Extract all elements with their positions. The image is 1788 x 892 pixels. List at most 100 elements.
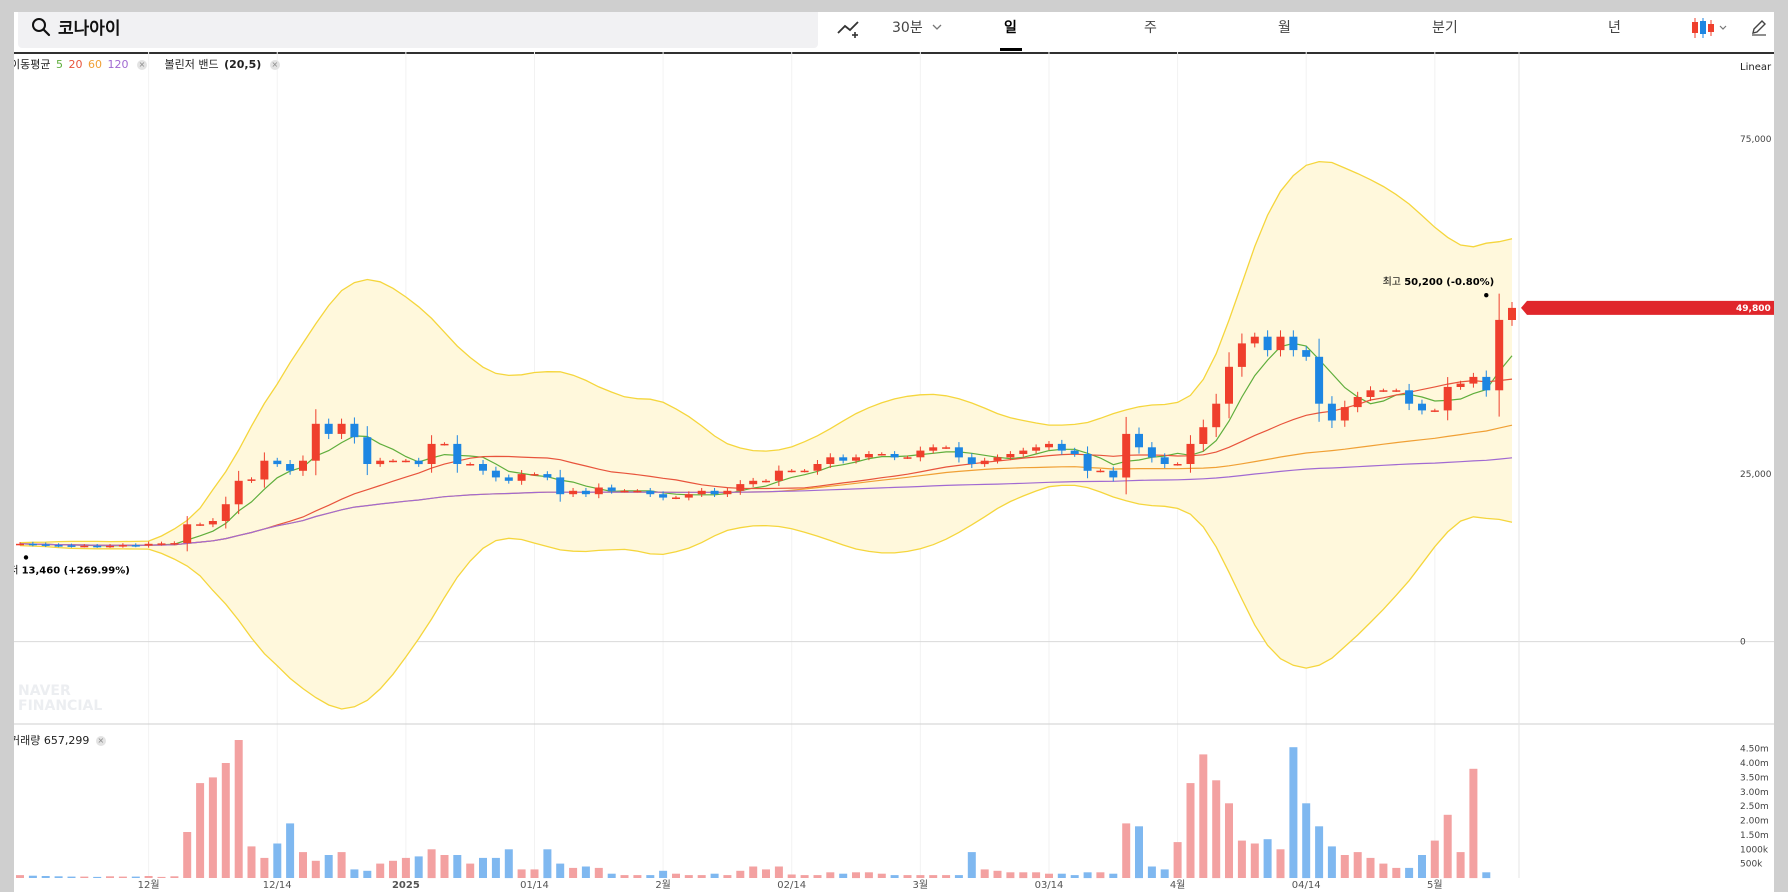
candle-body xyxy=(1045,443,1053,448)
candle-body xyxy=(1263,336,1272,351)
candle-body xyxy=(389,460,397,463)
volume-bar xyxy=(286,823,295,878)
volume-bar xyxy=(967,852,976,878)
volume-bar xyxy=(1469,768,1478,879)
volume-bar xyxy=(28,875,37,878)
candle-body xyxy=(620,490,629,493)
volume-bar xyxy=(1456,852,1465,878)
candle-body xyxy=(1366,390,1375,397)
candle-body xyxy=(1379,390,1388,392)
volume-bar xyxy=(1122,823,1131,878)
volume-bar xyxy=(646,875,655,878)
x-tick-label: 5월 xyxy=(1427,879,1443,891)
candle-body xyxy=(826,457,835,464)
volume-bar xyxy=(440,855,449,878)
volume-bar xyxy=(980,869,989,878)
candle-body xyxy=(1212,403,1221,428)
volume-bar xyxy=(1405,867,1414,878)
candle-body xyxy=(1250,336,1259,344)
volume-bar xyxy=(672,873,680,878)
volume-bar xyxy=(1237,840,1246,878)
candle-body xyxy=(157,543,166,545)
volume-bar xyxy=(427,849,436,879)
volume-bars xyxy=(16,740,1491,879)
volume-bar xyxy=(517,869,526,878)
candle-body xyxy=(118,545,127,547)
volume-bar xyxy=(1289,747,1298,878)
volume-tick-label: 4.50m xyxy=(1740,745,1769,755)
candle-body xyxy=(1173,464,1182,466)
candle-body xyxy=(286,464,295,471)
candle-body xyxy=(942,447,951,449)
remove-volume-icon[interactable]: × xyxy=(95,736,106,746)
candle-body xyxy=(453,443,462,464)
volume-bar xyxy=(80,876,89,878)
candle-body xyxy=(736,484,745,491)
volume-bar xyxy=(1263,839,1272,878)
remove-bb-icon[interactable]: × xyxy=(269,60,280,70)
volume-bar xyxy=(1135,826,1143,879)
candle-body xyxy=(1006,454,1015,458)
candle-body xyxy=(517,474,526,481)
volume-bar xyxy=(337,852,346,878)
candle-body xyxy=(1315,356,1324,404)
volume-tick-label: 500k xyxy=(1740,860,1763,870)
volume-bar xyxy=(800,875,809,878)
candle-body xyxy=(1019,450,1028,454)
candle-body xyxy=(144,543,153,546)
volume-bar xyxy=(929,875,938,878)
volume-tick-label: 1.50m xyxy=(1740,831,1769,841)
volume-bar xyxy=(16,875,24,878)
volume-bar xyxy=(852,872,860,879)
candle-body xyxy=(1302,350,1311,357)
candle-body xyxy=(324,423,333,434)
volume-bar xyxy=(1032,872,1041,879)
candle-body xyxy=(1469,376,1478,384)
candle-body xyxy=(1482,376,1491,391)
volume-bar xyxy=(1392,867,1401,878)
volume-bar xyxy=(877,873,886,878)
candle-body xyxy=(1327,403,1336,421)
candle-body xyxy=(723,490,732,495)
candle-body xyxy=(1122,433,1131,478)
volume-bar xyxy=(1045,873,1053,878)
volume-bar xyxy=(1096,872,1105,879)
volume-bar xyxy=(131,876,140,878)
candle-body xyxy=(710,490,719,495)
volume-bar xyxy=(299,852,307,878)
ma-period-5: 5 xyxy=(55,58,63,71)
candle-body xyxy=(543,474,552,478)
remove-ma-icon[interactable]: × xyxy=(136,60,147,70)
volume-bar xyxy=(363,870,372,878)
candle-body xyxy=(1456,383,1465,387)
volume-bar xyxy=(106,876,114,878)
candle-body xyxy=(1109,470,1118,478)
candle-body xyxy=(774,470,783,481)
watermark-line-2: FINANCIAL xyxy=(18,698,103,714)
candle-body xyxy=(1160,457,1169,464)
volume-bar xyxy=(839,873,848,878)
candle-body xyxy=(504,477,513,481)
volume-bar xyxy=(684,875,693,878)
low-annotation: 최저 13,460 (+269.99%) xyxy=(14,564,130,576)
candle-body xyxy=(594,487,603,495)
volume-bar xyxy=(260,857,269,878)
candle-body xyxy=(234,480,243,505)
candle-body xyxy=(813,464,822,471)
candle-body xyxy=(41,544,50,546)
candle-body xyxy=(1405,390,1414,404)
candle-body xyxy=(1289,336,1298,351)
scale-toggle[interactable]: Linear xyxy=(1740,62,1771,73)
candle-body xyxy=(260,460,269,480)
candle-body xyxy=(54,545,63,547)
volume-bar xyxy=(170,876,179,878)
candle-body xyxy=(929,447,938,451)
price-chart[interactable]: 75,000 25,000 0 4.50m 4.00m 3.50m 3.00m 2.50m 2.… xyxy=(14,12,1774,892)
candle-body xyxy=(762,480,770,483)
x-tick-label: 04/14 xyxy=(1292,880,1321,891)
volume-bar xyxy=(954,875,963,878)
candle-body xyxy=(363,437,372,464)
volume-legend: 거래량 657,299 × xyxy=(14,732,106,748)
candle-body xyxy=(697,490,706,495)
candle-body xyxy=(903,457,912,459)
